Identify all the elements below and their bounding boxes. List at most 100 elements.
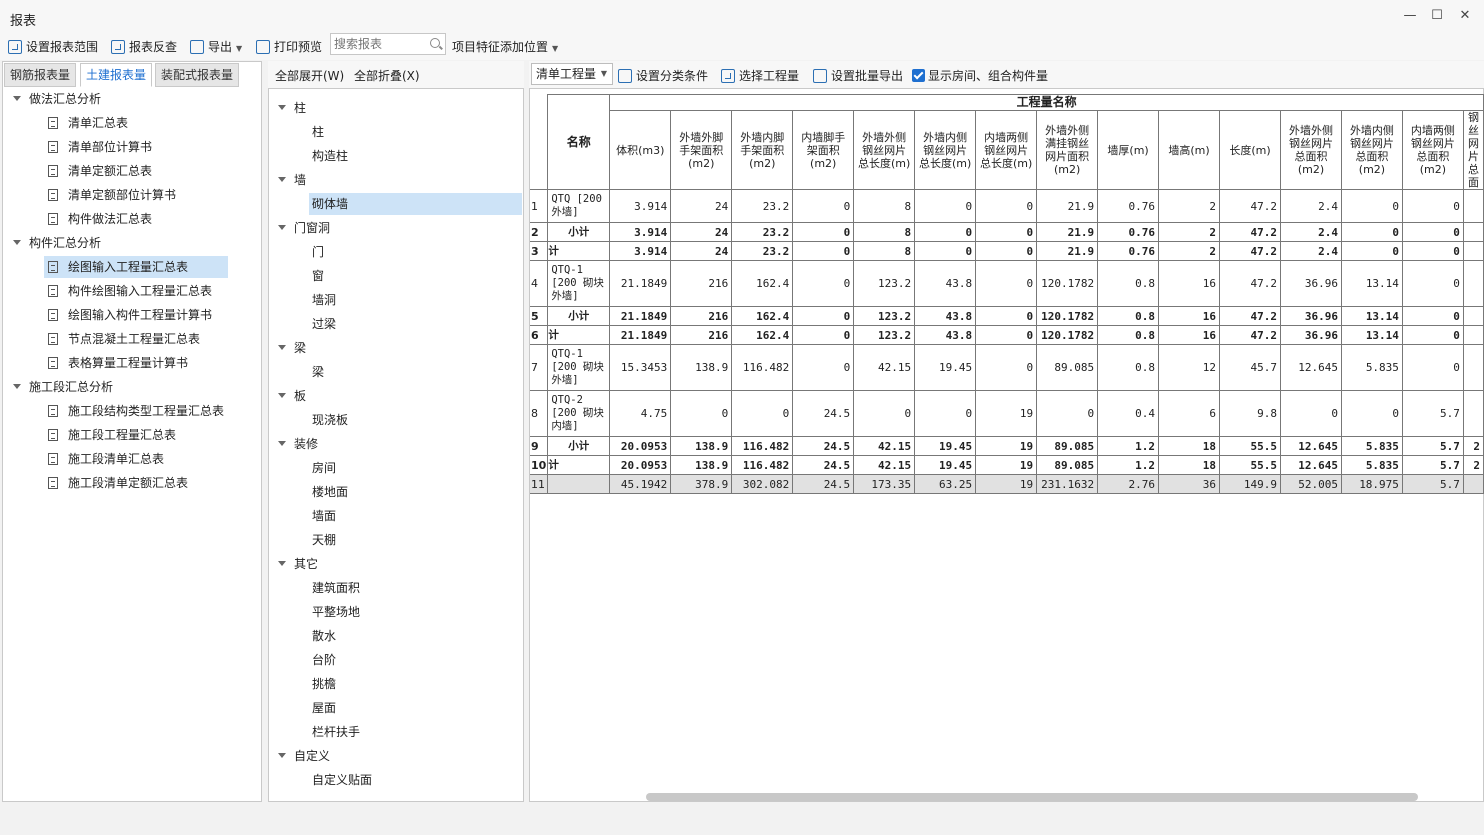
column-header[interactable]: 外墙内侧钢丝网片总面积(m2) (1340, 110, 1403, 190)
table-cell[interactable]: 162.4 (731, 306, 794, 326)
table-cell[interactable]: 89.085 (1036, 455, 1099, 475)
table-row[interactable]: 2 小计 3.914 24 23.2 0 8 0 0 21.9 0.76 2 47.2 2.4 0 0 (530, 222, 1484, 242)
table-row[interactable]: 1 QTQ [200 外墙] 3.914 24 23.2 0 8 0 0 21.9 0.76 2 47.… (530, 189, 1484, 223)
tree-item[interactable]: 节点混凝土工程量汇总表 (48, 328, 200, 350)
tree-item[interactable]: 施工段清单定额汇总表 (48, 472, 188, 494)
table-cell[interactable]: 116.482 (731, 455, 794, 475)
table-cell[interactable]: 47.2 (1219, 306, 1281, 326)
table-cell[interactable]: 216 (670, 306, 733, 326)
table-cell[interactable]: 36.96 (1279, 306, 1342, 326)
component-category[interactable]: 梁 (278, 337, 306, 359)
table-cell[interactable]: 2.4 (1279, 241, 1342, 261)
set-category-button[interactable]: 设置分类条件 (618, 66, 708, 86)
table-cell[interactable]: 19 (975, 436, 1038, 456)
table-cell[interactable]: 0.76 (1097, 241, 1160, 261)
quantity-type-select[interactable]: 清单工程量 ▼ (531, 63, 613, 85)
table-cell[interactable]: 19.45 (914, 436, 977, 456)
table-cell[interactable]: 138.9 (670, 455, 733, 475)
component-item[interactable]: 过梁 (312, 313, 336, 335)
table-cell[interactable]: 0 (975, 325, 1038, 345)
table-cell[interactable]: 3.914 (609, 241, 672, 261)
table-cell[interactable]: 2 (1158, 241, 1220, 261)
table-cell[interactable]: 16 (1158, 260, 1220, 307)
table-cell[interactable]: 42.15 (853, 344, 916, 391)
table-cell[interactable]: 89.085 (1036, 344, 1099, 391)
table-cell[interactable]: 0 (914, 390, 977, 437)
table-cell[interactable]: 55.5 (1219, 436, 1281, 456)
table-cell[interactable]: 16 (1158, 306, 1220, 326)
row-name-cell[interactable]: 小计 (547, 222, 611, 242)
table-cell[interactable]: 20.0953 (609, 436, 672, 456)
table-cell[interactable] (1462, 344, 1484, 391)
table-cell[interactable]: 19.45 (914, 344, 977, 391)
table-cell[interactable]: 0 (1401, 306, 1464, 326)
column-header[interactable]: 钢丝网片总面 (1462, 110, 1484, 190)
table-cell[interactable]: 0 (975, 222, 1038, 242)
search-input[interactable] (331, 34, 423, 54)
component-category[interactable]: 墙 (278, 169, 306, 191)
table-cell[interactable]: 0.8 (1097, 306, 1160, 326)
table-cell[interactable]: 12.645 (1279, 436, 1342, 456)
table-cell[interactable]: 149.9 (1219, 474, 1281, 494)
component-item[interactable]: 墙洞 (312, 289, 336, 311)
component-item[interactable]: 栏杆扶手 (312, 721, 360, 743)
component-item[interactable]: 门 (312, 241, 324, 263)
table-cell[interactable]: 0.76 (1097, 189, 1160, 223)
table-cell[interactable]: 216 (670, 260, 733, 307)
table-cell[interactable]: 116.482 (731, 436, 794, 456)
table-row[interactable]: 9 小计 20.0953 138.9 116.482 24.5 42.15 19.45 19 89… (530, 436, 1484, 456)
table-cell[interactable]: 21.1849 (609, 260, 672, 307)
table-cell[interactable]: 24 (670, 189, 733, 223)
component-item[interactable]: 台阶 (312, 649, 336, 671)
table-cell[interactable]: 0 (975, 306, 1038, 326)
table-cell[interactable]: 43.8 (914, 325, 977, 345)
column-header[interactable]: 外墙外侧满挂钢丝网片面积(m2) (1036, 110, 1099, 190)
horizontal-scrollbar[interactable] (646, 793, 1418, 801)
tree-group-section[interactable]: 施工段汇总分析 (13, 376, 113, 398)
table-cell[interactable]: 12.645 (1279, 344, 1342, 391)
table-cell[interactable]: 36.96 (1279, 325, 1342, 345)
table-row[interactable]: 8 QTQ-2 [200 砌块 内墙] 4.75 0 0 24.5 0 0 19 0 0.4 6 9.8… (530, 390, 1484, 437)
table-cell[interactable]: 0 (792, 344, 855, 391)
tree-item[interactable]: 施工段清单汇总表 (48, 448, 164, 470)
component-category[interactable]: 柱 (278, 97, 306, 119)
component-item[interactable]: 梁 (312, 361, 324, 383)
table-cell[interactable]: 0 (1401, 325, 1464, 345)
component-item[interactable]: 楼地面 (312, 481, 348, 503)
table-cell[interactable]: 0 (1340, 189, 1403, 223)
table-row[interactable]: 11 45.1942 378.9 302.082 24.5 173.35 63.25 19 23… (530, 474, 1484, 494)
table-cell[interactable]: 0.8 (1097, 260, 1160, 307)
table-cell[interactable]: 0 (1340, 241, 1403, 261)
column-header[interactable]: 外墙外侧钢丝网片总面积(m2) (1279, 110, 1342, 190)
table-cell[interactable]: 21.9 (1036, 189, 1099, 223)
table-cell[interactable]: 0.4 (1097, 390, 1160, 437)
table-cell[interactable]: 5.7 (1401, 455, 1464, 475)
table-cell[interactable]: 2.4 (1279, 189, 1342, 223)
table-cell[interactable]: 8 (853, 222, 916, 242)
table-cell[interactable]: 19.45 (914, 455, 977, 475)
component-item[interactable]: 构造柱 (312, 145, 348, 167)
select-quantity-button[interactable]: 选择工程量 (721, 66, 799, 86)
table-cell[interactable]: 0 (1340, 222, 1403, 242)
table-cell[interactable]: 0 (1401, 222, 1464, 242)
row-name-cell[interactable] (547, 474, 611, 494)
show-rooms-checkbox[interactable]: 显示房间、组合构件量 (912, 66, 1048, 86)
table-cell[interactable]: 173.35 (853, 474, 916, 494)
table-row[interactable]: 10 计 20.0953 138.9 116.482 24.5 42.15 19.45 19 89… (530, 455, 1484, 475)
table-row[interactable]: 7 QTQ-1 [200 砌块 外墙] 15.3453 138.9 116.482 0 42… (530, 344, 1484, 391)
tree-item[interactable]: 清单汇总表 (48, 112, 128, 134)
table-cell[interactable]: 24 (670, 241, 733, 261)
component-item[interactable]: 建筑面积 (312, 577, 360, 599)
table-cell[interactable]: 0 (792, 189, 855, 223)
component-item[interactable]: 墙面 (312, 505, 336, 527)
row-name-cell[interactable]: 小计 (547, 306, 611, 326)
table-cell[interactable]: 0 (1401, 241, 1464, 261)
table-cell[interactable]: 120.1782 (1036, 306, 1099, 326)
table-cell[interactable]: 120.1782 (1036, 325, 1099, 345)
table-row[interactable]: 5 小计 21.1849 216 162.4 0 123.2 43.8 0 120.1782 0.8… (530, 306, 1484, 326)
component-item[interactable]: 屋面 (312, 697, 336, 719)
table-cell[interactable]: 24.5 (792, 455, 855, 475)
table-cell[interactable]: 0 (1340, 390, 1403, 437)
table-cell[interactable]: 24.5 (792, 474, 855, 494)
table-cell[interactable]: 89.085 (1036, 436, 1099, 456)
